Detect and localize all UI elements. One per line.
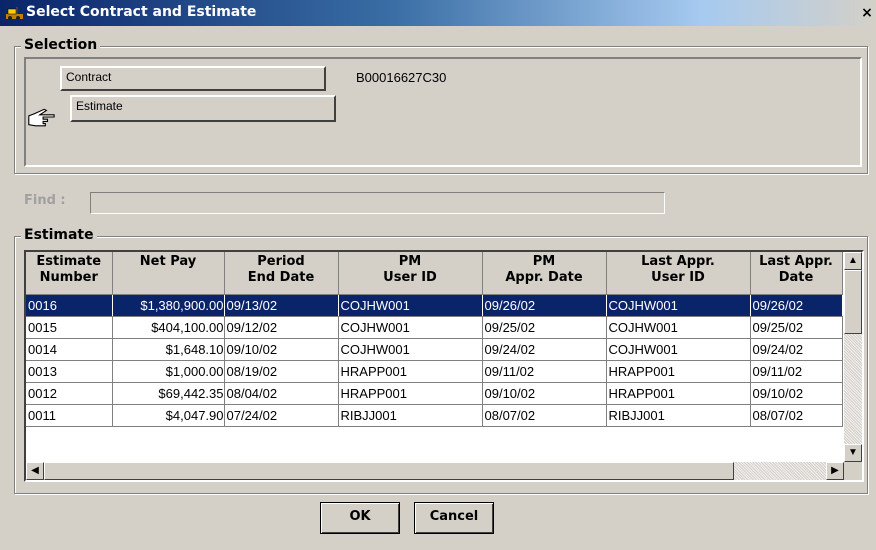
column-header[interactable]: Net Pay <box>112 252 225 295</box>
scroll-left-icon[interactable]: ◀ <box>26 462 44 480</box>
table-cell: 09/26/02 <box>482 294 607 317</box>
contract-button-label: Contract <box>66 70 112 84</box>
table-cell: 09/10/02 <box>750 382 843 405</box>
title-bar: Select Contract and Estimate × <box>0 0 876 26</box>
table-cell: $1,000.00 <box>112 360 225 383</box>
table-cell: 08/04/02 <box>224 382 339 405</box>
estimate-table: Estimate Number Net Pay Period End Date PM … <box>26 252 843 427</box>
pointing-hand-icon <box>28 108 55 127</box>
scroll-down-icon[interactable]: ▼ <box>844 444 862 462</box>
table-cell: 09/11/02 <box>482 360 607 383</box>
table-cell: 09/10/02 <box>482 382 607 405</box>
vertical-scrollbar[interactable]: ▲ ▼ <box>844 252 862 462</box>
find-input[interactable] <box>90 192 665 214</box>
estimate-button[interactable]: Estimate <box>70 95 336 122</box>
ok-button[interactable]: OK <box>320 502 400 534</box>
estimate-group-label: Estimate <box>21 227 97 243</box>
selection-group-label: Selection <box>21 37 101 53</box>
table-cell: $1,380,900.00 <box>112 294 225 317</box>
horizontal-scroll-thumb[interactable] <box>44 462 734 480</box>
table-cell: 09/25/02 <box>750 316 843 339</box>
table-cell: RIBJJ001 <box>606 404 751 427</box>
table-row[interactable]: 0013 $1,000.00 08/19/02 HRAPP001 09/11/02 HRA… <box>26 360 843 383</box>
table-cell: COJHW001 <box>338 316 483 339</box>
column-header[interactable]: Last Appr. Date <box>750 252 843 295</box>
table-cell: HRAPP001 <box>338 382 483 405</box>
table-cell: 0015 <box>26 316 113 339</box>
table-cell: 0013 <box>26 360 113 383</box>
column-header[interactable]: Estimate Number <box>26 252 113 295</box>
column-header[interactable]: PM User ID <box>338 252 483 295</box>
table-cell: RIBJJ001 <box>338 404 483 427</box>
table-cell: 09/10/02 <box>224 338 339 361</box>
table-cell: 09/25/02 <box>482 316 607 339</box>
table-row[interactable]: 0016 $1,380,900.00 09/13/02 COJHW001 09/26/0… <box>26 294 843 317</box>
horizontal-scrollbar[interactable]: ◀ ▶ <box>26 462 844 480</box>
table-cell: $404,100.00 <box>112 316 225 339</box>
table-row[interactable]: 0012 $69,442.35 08/04/02 HRAPP001 09/10/02 HR… <box>26 382 843 405</box>
column-header[interactable]: Period End Date <box>224 252 339 295</box>
scroll-corner <box>844 462 862 480</box>
table-cell: COJHW001 <box>338 294 483 317</box>
table-cell: 08/07/02 <box>750 404 843 427</box>
column-header[interactable]: Last Appr. User ID <box>606 252 751 295</box>
table-cell: 0014 <box>26 338 113 361</box>
ok-button-label: OK <box>349 509 371 524</box>
contract-button[interactable]: Contract <box>60 66 326 91</box>
window-title: Select Contract and Estimate <box>26 4 257 20</box>
table-cell: 09/12/02 <box>224 316 339 339</box>
table-cell: 08/07/02 <box>482 404 607 427</box>
close-icon[interactable]: × <box>860 6 874 20</box>
table-cell: 08/19/02 <box>224 360 339 383</box>
table-cell: COJHW001 <box>606 294 751 317</box>
find-label: Find : <box>24 193 66 208</box>
table-cell: HRAPP001 <box>338 360 483 383</box>
table-cell: 09/11/02 <box>750 360 843 383</box>
contract-value: B00016627C30 <box>356 70 447 85</box>
table-cell: $4,047.90 <box>112 404 225 427</box>
table-cell: COJHW001 <box>606 338 751 361</box>
table-row[interactable]: 0015 $404,100.00 09/12/02 COJHW001 09/25/02 C… <box>26 316 843 339</box>
table-cell: COJHW001 <box>338 338 483 361</box>
estimate-grid[interactable]: Estimate Number Net Pay Period End Date PM … <box>24 250 864 482</box>
cancel-button-label: Cancel <box>429 509 479 524</box>
table-cell: 0011 <box>26 404 113 427</box>
table-cell: 09/24/02 <box>750 338 843 361</box>
table-cell: 09/24/02 <box>482 338 607 361</box>
construction-icon <box>6 7 23 20</box>
table-cell: 07/24/02 <box>224 404 339 427</box>
vertical-scroll-thumb[interactable] <box>844 270 862 334</box>
table-cell: HRAPP001 <box>606 360 751 383</box>
table-cell: 0016 <box>26 294 113 317</box>
column-header[interactable]: PM Appr. Date <box>482 252 607 295</box>
scroll-up-icon[interactable]: ▲ <box>844 252 862 270</box>
table-row[interactable]: 0014 $1,648.10 09/10/02 COJHW001 09/24/02 COJ… <box>26 338 843 361</box>
table-cell: 09/26/02 <box>750 294 843 317</box>
table-cell: 0012 <box>26 382 113 405</box>
table-row[interactable]: 0011 $4,047.90 07/24/02 RIBJJ001 08/07/02 RIB… <box>26 404 843 427</box>
table-cell: 09/13/02 <box>224 294 339 317</box>
table-header-row: Estimate Number Net Pay Period End Date PM … <box>26 252 843 295</box>
table-cell: $69,442.35 <box>112 382 225 405</box>
scroll-right-icon[interactable]: ▶ <box>826 462 844 480</box>
cancel-button[interactable]: Cancel <box>414 502 494 534</box>
table-cell: COJHW001 <box>606 316 751 339</box>
table-cell: $1,648.10 <box>112 338 225 361</box>
table-cell: HRAPP001 <box>606 382 751 405</box>
estimate-button-label: Estimate <box>76 99 123 113</box>
